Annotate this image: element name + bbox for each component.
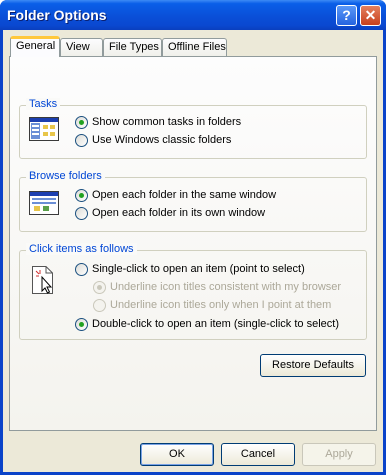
underline-browser-radio-circle[interactable] — [93, 281, 106, 294]
double-click-radio-circle[interactable] — [75, 318, 88, 331]
underline-point-label[interactable]: Underline icon titles only when I point … — [110, 299, 331, 311]
use-classic-folders-label[interactable]: Use Windows classic folders — [92, 134, 231, 146]
apply-button[interactable]: Apply — [302, 443, 376, 466]
tasks-group: Tasks Show common tasks in folders Use W… — [19, 98, 367, 159]
show-common-tasks-label[interactable]: Show common tasks in folders — [92, 116, 241, 128]
tasks-folder-icon — [29, 117, 59, 141]
close-button[interactable]: ✕ — [360, 5, 381, 26]
double-click-label[interactable]: Double-click to open an item (single-cli… — [92, 318, 339, 330]
folder-options-window: Folder Options ? ✕ General View File Typ… — [0, 0, 386, 475]
restore-defaults-button[interactable]: Restore Defaults — [260, 354, 366, 377]
cancel-button[interactable]: Cancel — [221, 443, 295, 466]
dialog-client-area: General View File Types Offline Files Ta… — [3, 30, 383, 472]
click-items-group-title: Click items as follows — [26, 243, 137, 255]
help-button[interactable]: ? — [336, 5, 357, 26]
click-pointer-icon — [32, 266, 53, 294]
click-items-group: Click items as follows Single-click to o… — [19, 243, 367, 340]
tab-general[interactable]: General — [10, 36, 60, 57]
ok-button[interactable]: OK — [140, 443, 214, 466]
tasks-group-title: Tasks — [26, 98, 61, 110]
own-window-label[interactable]: Open each folder in its own window — [92, 207, 265, 219]
window-title: Folder Options — [7, 7, 107, 23]
same-window-label[interactable]: Open each folder in the same window — [92, 189, 276, 201]
browse-folders-group-title: Browse folders — [26, 170, 105, 182]
own-window-radio-circle[interactable] — [75, 207, 88, 220]
browse-folders-group: Browse folders Open each folder in the s… — [19, 170, 367, 232]
tab-file-types[interactable]: File Types — [103, 38, 162, 56]
single-click-radio-circle[interactable] — [75, 263, 88, 276]
underline-browser-label[interactable]: Underline icon titles consistent with my… — [110, 281, 341, 293]
tab-offline-files[interactable]: Offline Files — [162, 38, 227, 56]
tab-view[interactable]: View — [60, 38, 103, 56]
browse-folders-icon — [29, 191, 59, 215]
same-window-radio-circle[interactable] — [75, 189, 88, 202]
underline-point-radio-circle[interactable] — [93, 299, 106, 312]
show-common-tasks-radio-circle[interactable] — [75, 116, 88, 129]
single-click-label[interactable]: Single-click to open an item (point to s… — [92, 263, 305, 275]
use-classic-folders-radio-circle[interactable] — [75, 134, 88, 147]
title-bar[interactable]: Folder Options ? ✕ — [0, 0, 386, 30]
general-tab-panel: Tasks Show common tasks in folders Use W… — [9, 56, 377, 431]
